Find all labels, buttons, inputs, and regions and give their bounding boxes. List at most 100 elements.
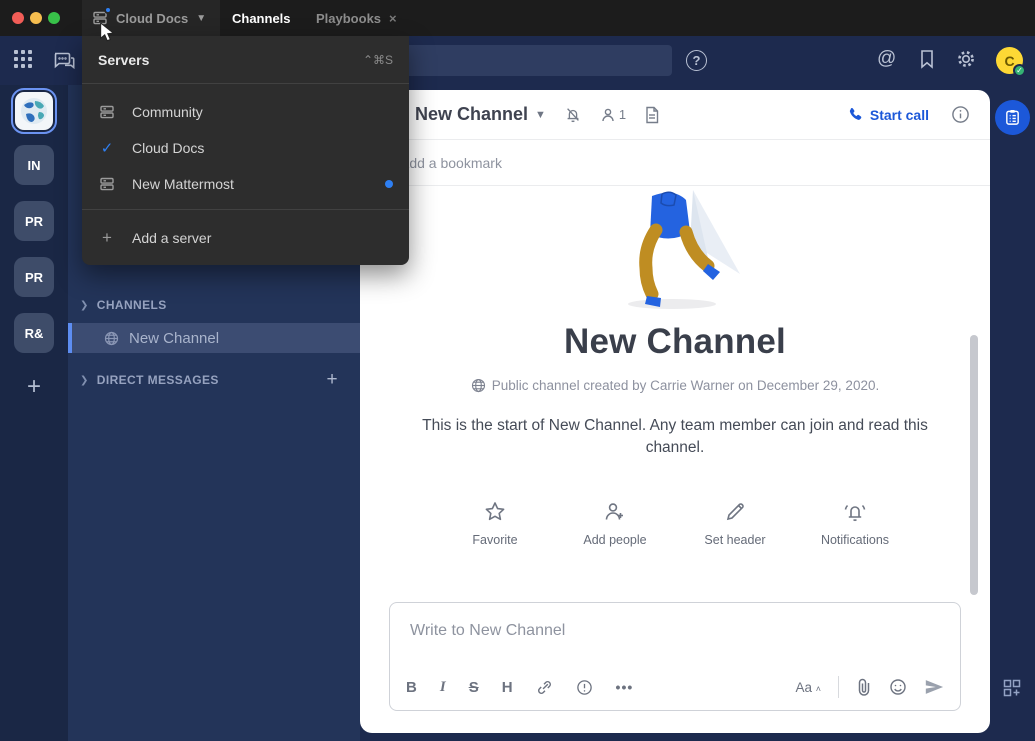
start-call-button[interactable]: Start call (848, 107, 929, 123)
server-icon (98, 104, 116, 120)
format-toggle-button[interactable]: Aa ˄ (795, 680, 821, 695)
dm-section-label: DIRECT MESSAGES (97, 373, 219, 387)
add-server-button[interactable]: + Add a server (82, 216, 409, 260)
menu-item-label: Cloud Docs (132, 140, 204, 156)
priority-icon[interactable] (576, 679, 593, 696)
team-button[interactable]: PR (14, 201, 54, 241)
unread-dot (385, 180, 393, 188)
online-status-icon: ✓ (1013, 64, 1026, 77)
heading-button[interactable]: H (502, 679, 513, 696)
app-bar (990, 85, 1035, 741)
favorite-button[interactable]: Favorite (456, 500, 534, 547)
member-count-button[interactable]: 1 (600, 107, 626, 123)
formatting-toolbar: B I S H (390, 664, 960, 710)
toolbar-divider (838, 676, 839, 698)
server-unread-dot (104, 6, 112, 14)
team-sidebar: IN PR PR R& + (0, 85, 68, 741)
globe-icon (104, 331, 119, 346)
servers-menu-title: Servers (98, 52, 149, 68)
team-initials: R& (25, 326, 44, 341)
chevron-right-icon: ❯ (80, 300, 89, 311)
main-content: New Channel ▼ 1 (360, 90, 990, 733)
menu-item-label: Community (132, 104, 203, 120)
add-team-button[interactable]: + (0, 373, 68, 401)
product-switcher-grid-icon[interactable] (13, 49, 33, 69)
channel-name: New Channel (129, 330, 219, 347)
mattermost-app-window: Cloud Docs ▼ Channels Playbooks × (0, 0, 1035, 741)
channel-intro: New Channel Public channel created by Ca… (360, 186, 990, 547)
sidebar-item-new-channel[interactable]: New Channel (68, 323, 360, 353)
zoom-window-button[interactable] (48, 12, 60, 24)
strikethrough-button[interactable]: S (469, 679, 479, 696)
check-icon: ✓ (98, 139, 116, 157)
italic-button[interactable]: I (440, 679, 446, 696)
menu-item-label: New Mattermost (132, 176, 234, 192)
channel-header: New Channel ▼ 1 (360, 90, 990, 140)
attach-paperclip-icon[interactable] (856, 678, 872, 696)
tab-playbooks[interactable]: Playbooks × (316, 0, 397, 36)
help-icon[interactable]: ? (686, 50, 707, 71)
minimize-window-button[interactable] (30, 12, 42, 24)
notifications-button[interactable]: Notifications (816, 500, 894, 547)
team-button[interactable]: PR (14, 257, 54, 297)
servers-dropdown-menu: Servers ⌃⌘S Community ✓ Cloud Docs (82, 36, 409, 265)
globe-team-icon (15, 92, 53, 130)
add-server-label: Add a server (132, 230, 211, 246)
menu-item-community[interactable]: Community (82, 94, 409, 130)
chevron-down-icon: ▼ (535, 109, 546, 121)
favorite-label: Favorite (472, 533, 517, 547)
apps-grid-plus-icon[interactable] (1003, 679, 1021, 697)
window-titlebar: Cloud Docs ▼ Channels Playbooks × (0, 0, 1035, 36)
add-direct-message-button[interactable]: + (327, 369, 339, 391)
team-initials: PR (25, 214, 43, 229)
direct-messages-section-header[interactable]: ❯ DIRECT MESSAGES + (68, 366, 360, 394)
tab-channels[interactable]: Channels (232, 0, 291, 36)
channel-info-icon[interactable] (951, 105, 970, 124)
channel-intro-description: This is the start of New Channel. Any te… (403, 415, 948, 460)
channel-title-dropdown[interactable]: New Channel ▼ (415, 104, 546, 125)
close-tab-icon[interactable]: × (389, 11, 397, 26)
message-composer[interactable]: Write to New Channel B I S H (389, 602, 961, 711)
set-header-label: Set header (704, 533, 765, 547)
avatar[interactable]: C ✓ (996, 47, 1023, 74)
add-bookmark-label: Add a bookmark (400, 155, 502, 171)
person-icon (600, 107, 616, 123)
send-message-icon[interactable] (924, 678, 944, 696)
bold-button[interactable]: B (406, 679, 417, 696)
person-plus-icon (603, 500, 627, 524)
team-initials: PR (25, 270, 43, 285)
active-team-button[interactable] (11, 88, 57, 134)
team-button[interactable]: R& (14, 313, 54, 353)
chevron-down-icon: ▼ (196, 13, 206, 24)
server-icon (98, 176, 116, 192)
bell-ring-icon (842, 500, 868, 524)
message-input[interactable]: Write to New Channel (410, 622, 565, 640)
more-formatting-icon[interactable]: ••• (616, 679, 634, 695)
set-header-button[interactable]: Set header (696, 500, 774, 547)
mentions-icon[interactable]: @ (877, 48, 896, 70)
bookmark-bar[interactable]: Add a bookmark (360, 141, 990, 186)
scrollbar[interactable] (970, 335, 978, 595)
pinned-file-icon[interactable] (644, 106, 660, 124)
link-icon[interactable] (536, 679, 553, 696)
phone-icon (848, 107, 863, 122)
channel-created-byline: Public channel created by Carrie Warner … (492, 378, 879, 393)
team-button[interactable]: IN (14, 145, 54, 185)
menu-item-cloud-docs[interactable]: ✓ Cloud Docs (82, 130, 409, 166)
menu-item-new-mattermost[interactable]: New Mattermost (82, 166, 409, 202)
channels-section-header[interactable]: ❯ CHANNELS (68, 291, 360, 319)
tab-channels-label: Channels (232, 11, 291, 26)
saved-posts-icon[interactable] (918, 49, 936, 69)
add-people-button[interactable]: Add people (576, 500, 654, 547)
channels-product-icon[interactable] (52, 48, 76, 72)
team-initials: IN (28, 158, 41, 173)
server-tab-label: Cloud Docs (116, 11, 188, 26)
muted-bell-icon[interactable] (564, 106, 582, 124)
emoji-smiley-icon[interactable] (889, 678, 907, 696)
channel-title: New Channel (415, 104, 528, 125)
playbooks-app-icon[interactable] (995, 100, 1030, 135)
channel-intro-actions: Favorite Add people (360, 500, 990, 547)
settings-gear-icon[interactable] (956, 49, 976, 69)
close-window-button[interactable] (12, 12, 24, 24)
tab-playbooks-label: Playbooks (316, 11, 381, 26)
